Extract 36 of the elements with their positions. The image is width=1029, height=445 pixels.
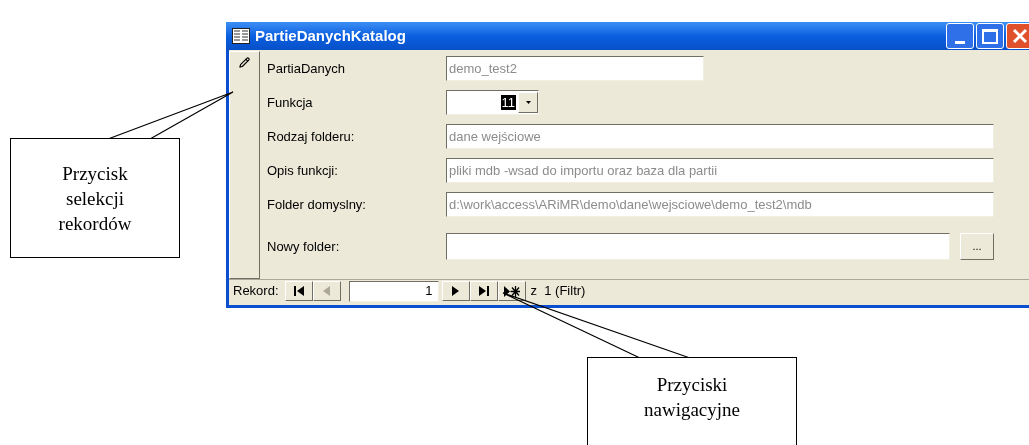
record-label: Rekord:	[233, 282, 279, 301]
caret-icon	[525, 100, 531, 104]
record-number-field[interactable]: 1	[348, 280, 439, 302]
next-record-icon	[452, 286, 460, 297]
field-label: PartiaDanych	[267, 59, 347, 78]
window-title: PartieDanychKatalog	[255, 25, 406, 46]
field-label: Folder domyslny:	[267, 195, 367, 214]
callout-text: Przyciski	[656, 373, 728, 397]
dropdown-button[interactable]	[518, 91, 538, 113]
close-icon	[1012, 28, 1028, 45]
record-selector[interactable]	[229, 51, 260, 280]
maximize-button[interactable]	[976, 23, 1004, 50]
navigation-button[interactable]	[441, 281, 470, 302]
previous-record-icon	[323, 286, 331, 297]
field-label: Rodzaj folderu:	[267, 127, 356, 146]
field-label: Opis funkcji:	[267, 161, 339, 180]
callout-text: selekcji	[66, 186, 124, 211]
minimize-button[interactable]	[946, 23, 974, 50]
last-record-icon	[477, 286, 490, 297]
close-button[interactable]	[1006, 23, 1029, 50]
record-count: z 1 (Filtr)	[530, 282, 586, 301]
callout-text: Przycisk	[62, 161, 128, 186]
combo-box[interactable]: 11	[446, 89, 539, 115]
pencil-icon	[239, 57, 250, 69]
callout-text: rekordów	[58, 211, 132, 236]
first-record-icon	[292, 286, 305, 297]
form-icon	[232, 28, 250, 45]
field-label: Nowy folder:	[267, 237, 341, 256]
navigation-button[interactable]	[284, 281, 313, 302]
navigation-button[interactable]	[469, 281, 498, 302]
browse-button[interactable]: ...	[960, 232, 994, 260]
selected-value: 11	[500, 94, 516, 110]
callout-text: nawigacyjne	[644, 398, 740, 422]
text-field[interactable]	[446, 232, 950, 260]
new-record-icon	[503, 285, 520, 297]
field-label: Funkcja	[267, 93, 314, 112]
